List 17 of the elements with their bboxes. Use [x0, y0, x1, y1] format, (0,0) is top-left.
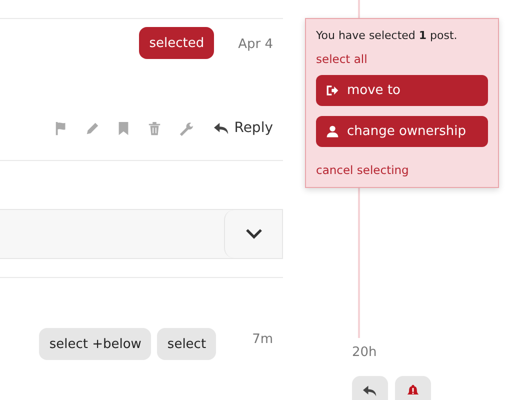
exit-arrow-icon [326, 84, 339, 97]
user-icon [326, 125, 339, 138]
change-ownership-button[interactable]: change ownership [316, 116, 488, 147]
select-all-link[interactable]: select all [316, 52, 368, 66]
selection-message: You have selected 1 post. [316, 29, 458, 42]
post-date: Apr 4 [238, 37, 273, 52]
selected-button[interactable]: selected [139, 27, 214, 59]
cancel-selecting-link[interactable]: cancel selecting [316, 163, 409, 177]
move-to-button[interactable]: move to [316, 75, 488, 106]
select-button[interactable]: select [157, 328, 216, 360]
reply-button[interactable]: Reply [214, 118, 273, 138]
select-button[interactable]: select +below [39, 328, 152, 360]
reply-icon [214, 120, 230, 136]
chevron-down-icon [246, 229, 262, 239]
post-date: 7m [252, 332, 273, 347]
reply-icon [363, 384, 377, 398]
timeline-date: 20h [352, 345, 377, 360]
